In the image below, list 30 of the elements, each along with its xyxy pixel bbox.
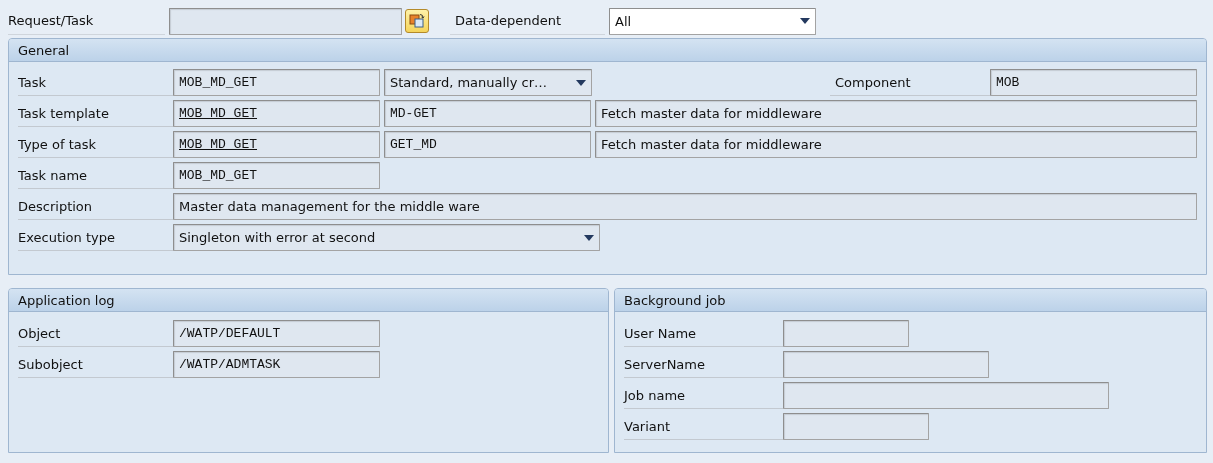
panel-title: Application log [18,292,115,308]
input-field[interactable] [783,320,909,347]
input-field[interactable] [783,413,929,440]
panel-title: Background job [624,292,726,308]
field-label: Data-dependent [450,7,605,35]
input-field[interactable] [783,382,1109,409]
text-field[interactable]: MOB_MD_GET [173,162,380,189]
text-field[interactable]: MOB_MD_GET [173,131,380,158]
dropdown-arrow-icon [584,234,594,241]
text-field[interactable]: Master data management for the middle ware [173,193,1197,220]
dropdown-arrow-icon [576,79,586,86]
text-field[interactable]: /WATP/ADMTASK [173,351,380,378]
dropdown[interactable]: Standard, manually cr… [384,69,592,96]
dropdown[interactable]: All [609,7,816,35]
input-field[interactable] [783,351,989,378]
field-label: Request/Task [8,7,165,35]
text-field[interactable]: Fetch master data for middleware [595,131,1197,158]
text-field[interactable]: GET_MD [384,131,591,158]
overlapping-squares-icon [409,13,425,29]
text-field[interactable]: MOB_MD_GET [173,100,380,127]
dropdown-arrow-icon [800,18,810,24]
input-field[interactable] [169,7,402,35]
text-field[interactable]: MOB [990,69,1197,96]
text-field[interactable]: /WATP/DEFAULT [173,320,380,347]
text-field[interactable]: MD-GET [384,100,591,127]
panel-title: General [18,42,70,58]
text-field[interactable]: MOB_MD_GET [173,69,380,96]
object-button[interactable] [405,9,429,33]
dropdown[interactable]: Singleton with error at second [173,224,600,251]
text-field[interactable]: Fetch master data for middleware [595,100,1197,127]
